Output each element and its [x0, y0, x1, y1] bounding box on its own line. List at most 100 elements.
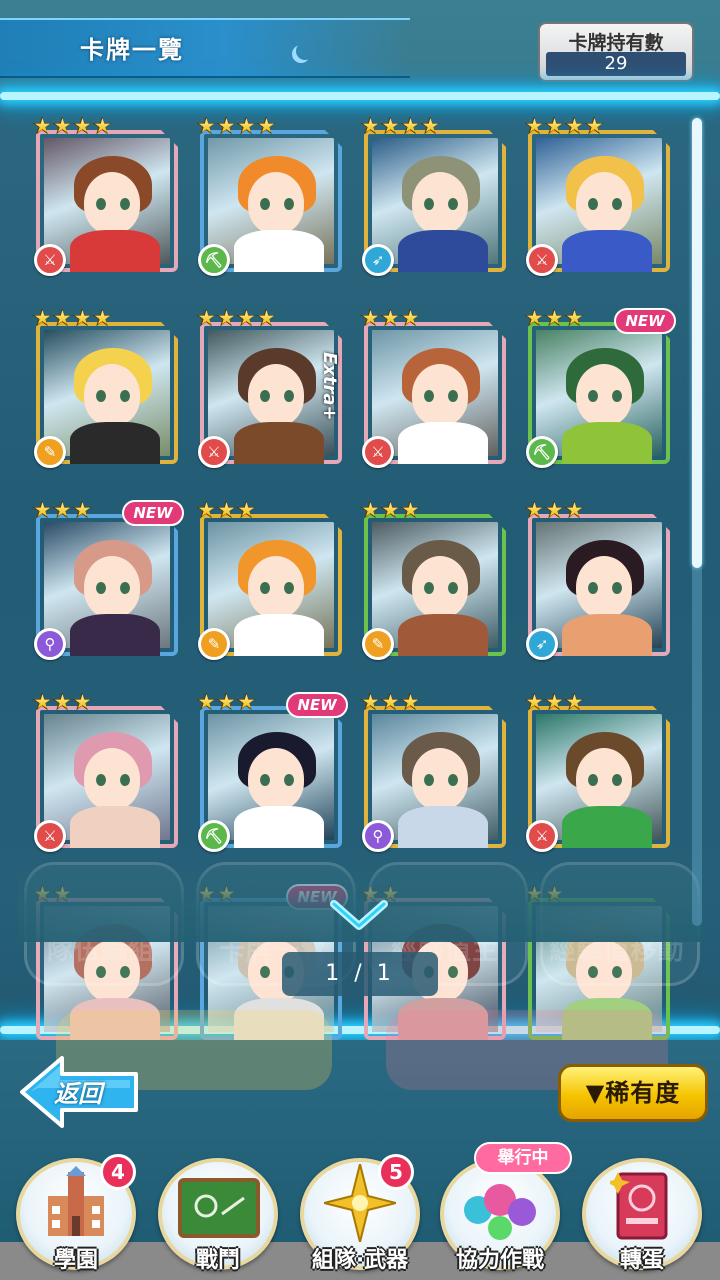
school-icon: [48, 1166, 104, 1236]
star-fill: [34, 118, 51, 133]
card-tile[interactable]: NEW ⛏: [196, 692, 348, 852]
star-fill: [94, 310, 111, 325]
card-art: [536, 138, 662, 272]
character-face: [248, 748, 304, 810]
nav-gacha-label: 轉蛋: [619, 1248, 664, 1273]
card-tile[interactable]: ⚔: [524, 692, 670, 852]
card-art: [44, 330, 170, 464]
card-art: [536, 714, 662, 848]
character-eye: [612, 390, 622, 402]
star-fill: [546, 694, 563, 709]
card-art: [536, 522, 662, 656]
card-art: [44, 714, 170, 848]
star-icon: [236, 308, 256, 327]
card-tile[interactable]: ⚔: [32, 692, 178, 852]
star-fill: [34, 502, 51, 517]
character-eye: [424, 198, 434, 210]
star-icon: [216, 692, 236, 711]
scrollbar-thumb[interactable]: [692, 118, 702, 568]
card-tile[interactable]: ⚔: [524, 116, 670, 276]
card-tile[interactable]: ✎: [360, 500, 506, 660]
character-eye: [612, 774, 622, 786]
star-fill: [54, 118, 71, 133]
star-icon: [72, 308, 92, 327]
rarity-stars: [524, 500, 584, 524]
card-art: [44, 522, 170, 656]
star-icon: [32, 308, 52, 327]
character-outfit: [70, 806, 160, 848]
star-icon: [380, 500, 400, 519]
character-outfit: [234, 806, 324, 848]
card-tile[interactable]: ✎: [32, 308, 178, 468]
card-tile[interactable]: ⚔: [360, 308, 506, 468]
axe-icon: ⛏: [198, 820, 230, 852]
star-icon: [256, 116, 276, 135]
card-art: [208, 138, 334, 272]
star-icon: [564, 500, 584, 519]
rarity-stars: [360, 308, 420, 332]
star-icon: [524, 116, 544, 135]
star-fill: [362, 310, 379, 325]
star-icon: [216, 500, 236, 519]
sword-icon: ⚔: [198, 436, 230, 468]
character-face: [576, 556, 632, 618]
star-icon: [524, 692, 544, 711]
rarity-sort-button[interactable]: ▼稀有度: [558, 1064, 708, 1122]
rarity-stars: [196, 308, 276, 332]
character-eye: [96, 390, 106, 402]
character-eye: [612, 582, 622, 594]
character-outfit: [70, 614, 160, 656]
star-icon: [196, 692, 216, 711]
card-tile[interactable]: ➶: [360, 116, 506, 276]
card-tile[interactable]: Extra+ ⚔: [196, 308, 342, 468]
character-outfit: [234, 614, 324, 656]
card-tile[interactable]: NEW ⚲: [32, 500, 184, 660]
character-eye: [284, 390, 294, 402]
star-fill: [198, 118, 215, 133]
star-fill: [362, 502, 379, 517]
card-tile[interactable]: ⛏: [196, 116, 342, 276]
chalkboard-icon: [178, 1178, 260, 1238]
star-fill: [566, 310, 583, 325]
card-tile[interactable]: ⚔: [32, 116, 178, 276]
star-icon: [544, 308, 564, 327]
card-tile[interactable]: ✎: [196, 500, 342, 660]
star-fill: [74, 502, 91, 517]
character-eye: [284, 774, 294, 786]
spear-icon: ➶: [526, 628, 558, 660]
character-eye: [96, 198, 106, 210]
star-fill: [238, 118, 255, 133]
star-icon: [236, 692, 256, 711]
extra-tag: Extra+: [319, 352, 340, 421]
nav-gacha[interactable]: 轉蛋: [576, 1150, 708, 1278]
star-icon: [196, 116, 216, 135]
new-badge: NEW: [614, 308, 676, 334]
nav-battle[interactable]: 戰鬥: [152, 1150, 284, 1278]
star-icon: [196, 500, 216, 519]
character-eye: [284, 198, 294, 210]
rarity-stars: [32, 308, 112, 332]
card-tile[interactable]: ➶: [524, 500, 670, 660]
card-tile[interactable]: NEW ⛏: [524, 308, 676, 468]
rarity-stars: [524, 116, 604, 140]
star-icon: [524, 308, 544, 327]
nav-team-badge: 5: [378, 1154, 414, 1190]
star-fill: [526, 502, 543, 517]
star-fill: [402, 502, 419, 517]
star-fill: [382, 502, 399, 517]
neon-divider-top: [0, 92, 720, 100]
scroll-down-arrow-icon[interactable]: [328, 898, 390, 934]
nav-team-label: 組隊·武器: [311, 1248, 409, 1273]
card-art: [208, 522, 334, 656]
card-tile[interactable]: ⚲: [360, 692, 506, 852]
star-icon: [92, 116, 112, 135]
star-icon: [52, 500, 72, 519]
character-eye: [448, 198, 458, 210]
nav-team-weapon[interactable]: 5 組隊·武器: [294, 1150, 426, 1278]
character-face: [84, 172, 140, 234]
character-face: [576, 172, 632, 234]
star-fill: [546, 502, 563, 517]
nav-school[interactable]: 4 學園: [10, 1150, 142, 1278]
event-ongoing-tag: 舉行中: [474, 1142, 572, 1174]
title-bar: 卡牌一覽: [0, 18, 410, 78]
